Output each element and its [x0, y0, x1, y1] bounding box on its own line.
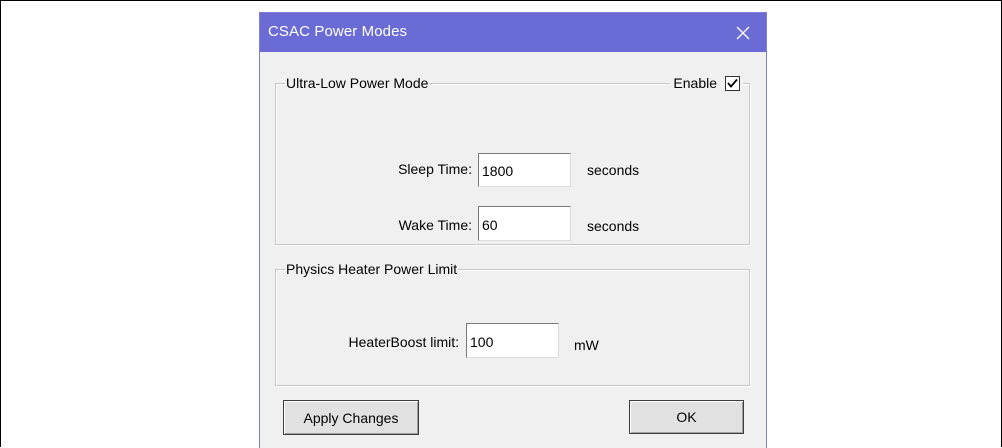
apply-changes-button[interactable]: Apply Changes — [283, 400, 419, 435]
page-frame: CSAC Power Modes Ultra-Low Power Mode En… — [0, 0, 1002, 448]
title-bar[interactable]: CSAC Power Modes — [260, 13, 766, 52]
enable-control: Enable — [670, 74, 743, 92]
checkmark-icon — [727, 78, 738, 88]
sleep-time-label: Sleep Time: — [398, 161, 472, 177]
close-button[interactable] — [720, 13, 766, 52]
enable-checkbox[interactable] — [725, 75, 740, 91]
ultra-low-power-group: Ultra-Low Power Mode Enable Sleep Time: … — [275, 74, 750, 245]
csac-power-modes-dialog: CSAC Power Modes Ultra-Low Power Mode En… — [259, 12, 767, 448]
heater-power-legend: Physics Heater Power Limit — [285, 261, 459, 278]
enable-label: Enable — [673, 75, 717, 91]
wake-time-label: Wake Time: — [398, 217, 472, 233]
wake-time-unit: seconds — [587, 218, 640, 234]
ok-button[interactable]: OK — [629, 400, 744, 434]
heater-boost-unit: mW — [574, 337, 599, 353]
heater-power-group: Physics Heater Power Limit HeaterBoost l… — [275, 261, 750, 386]
heater-boost-input[interactable] — [466, 323, 559, 358]
sleep-time-unit: seconds — [587, 162, 640, 178]
window-title: CSAC Power Modes — [268, 23, 408, 40]
close-icon — [736, 26, 750, 39]
heater-boost-label: HeaterBoost limit: — [348, 334, 459, 350]
sleep-time-input[interactable] — [478, 153, 571, 187]
wake-time-input[interactable] — [478, 206, 571, 241]
ultra-low-power-legend: Ultra-Low Power Mode — [285, 75, 430, 92]
